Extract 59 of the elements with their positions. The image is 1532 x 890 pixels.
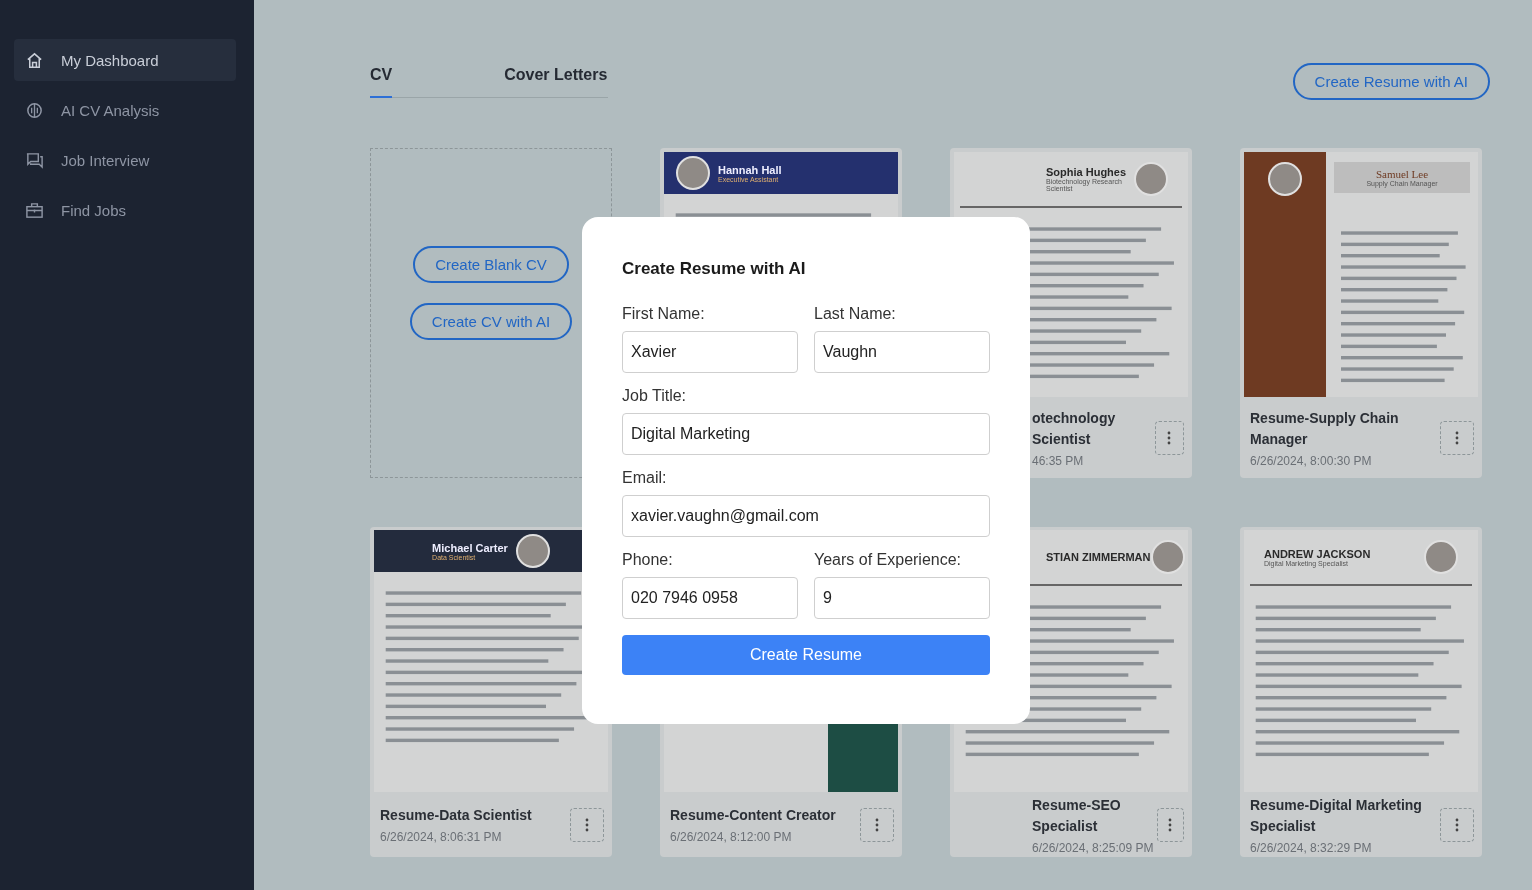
resume-date: 6/26/2024, 8:00:30 PM [1250,453,1373,468]
more-button[interactable] [1154,420,1184,455]
resume-title: Resume-Content Creator [670,806,836,825]
dialog-title: Create Resume with AI [622,259,807,279]
resume-name: STIAN ZIMMERMAN [1046,551,1151,563]
resume-name: Samuel Lee [1374,168,1430,180]
resume-date: 46:35 PM [1032,453,1085,468]
sidebar-item[interactable]: Find Jobs [14,189,236,231]
kebab-menu-icon [1455,429,1459,446]
resume-name: Sophia Hughes [1046,166,1128,178]
resume-name: Michael Carter [432,541,508,554]
resume-title: Resume-Supply Chain Manager [1250,408,1400,449]
input-field[interactable]: Xavier [622,331,798,373]
resume-title: Resume-SEO Specialist [1032,795,1122,836]
kebab-menu-icon [1167,429,1172,446]
resume-title: Resume-Data Scientist [380,806,532,825]
more-button[interactable] [1440,420,1474,455]
briefcase-icon [25,200,44,220]
kebab-menu-icon [1455,816,1459,833]
resume-title: otechnology Scientist [1032,408,1117,449]
home-icon [25,50,44,70]
sidebar-item[interactable]: AI CV Analysis [14,89,236,131]
field-label: Phone: [622,551,674,569]
avatar-placeholder [1134,162,1168,196]
more-button[interactable] [570,807,604,842]
avatar-placeholder [676,156,710,190]
tab[interactable]: CV [370,66,393,98]
resume-date: 6/26/2024, 8:12:00 PM [670,830,793,844]
avatar-placeholder [1268,162,1302,196]
brain-icon [25,100,44,120]
field-label: Job Title: [622,387,688,405]
kebab-menu-icon [1168,816,1173,833]
field-label: First Name: [622,305,706,323]
input-field[interactable]: 020 7946 0958 [622,577,798,619]
input-field[interactable]: Vaughn [814,331,990,373]
create-resume-button[interactable]: Create Resume [622,635,990,675]
resume-title: Resume-Digital Marketing Specialist [1250,795,1423,836]
more-button[interactable] [1156,807,1184,842]
resume-date: 6/26/2024, 8:06:31 PM [380,830,503,844]
sidebar-item[interactable]: My Dashboard [14,39,236,81]
kebab-menu-icon [585,816,589,833]
avatar-placeholder [1150,540,1185,574]
resume-date: 6/26/2024, 8:32:29 PM [1250,840,1373,855]
field-label: Email: [622,469,668,487]
input-field[interactable]: Digital Marketing [622,413,990,455]
resume-name: ANDREW JACKSON [1264,547,1371,560]
field-label: Last Name: [814,305,897,323]
resume-date: 6/26/2024, 8:25:09 PM [1032,840,1155,855]
avatar-placeholder [1424,540,1458,574]
resume-name: Hannah Hall [718,163,782,176]
sidebar-item[interactable]: Job Interview [14,139,236,181]
more-button[interactable] [860,807,894,842]
tab[interactable]: Cover Letters [504,66,608,98]
input-field[interactable]: xavier.vaughn@gmail.com [622,495,990,537]
input-field[interactable]: 9 [814,577,990,619]
kebab-menu-icon [875,816,879,833]
chat-icon [25,150,44,170]
avatar-placeholder [515,534,550,568]
more-button[interactable] [1440,807,1474,842]
